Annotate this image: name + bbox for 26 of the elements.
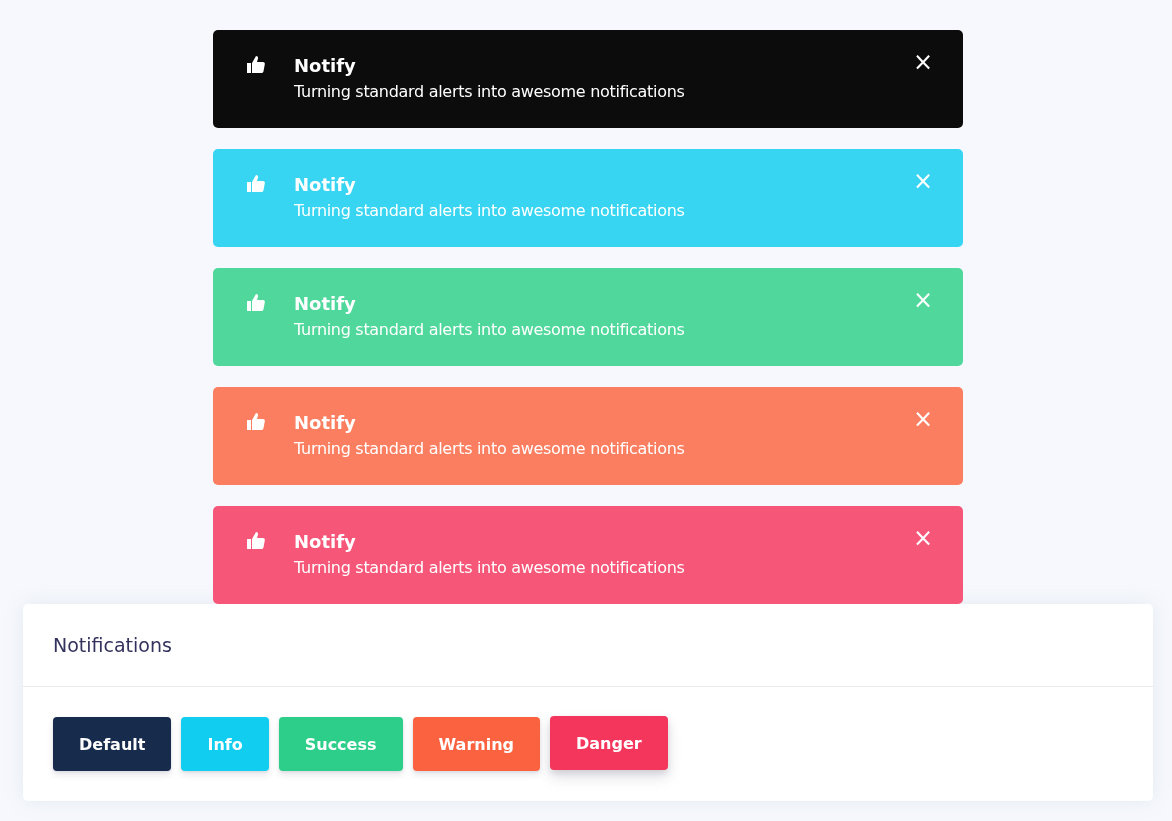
notify-button[interactable]: Default [53,717,172,771]
close-button[interactable]: × [912,171,933,191]
notification-title: Notify [294,54,357,78]
close-button[interactable]: × [912,409,933,429]
thumbs-up-icon [246,530,266,550]
notify-button[interactable]: Warning [412,717,540,771]
notify-button[interactable]: Info [181,717,269,771]
notification-title: Notify [294,530,357,554]
notification-message: Turning standard alerts into awesome notifications [294,319,686,341]
card-title: Notifications [53,634,172,656]
notification-message: Turning standard alerts into awesome notifications [294,200,686,222]
notification-message: Turning standard alerts into awesome notifications [294,438,686,460]
notification-message: Turning standard alerts into awesome notifications [294,81,686,103]
notification-title: Notify [294,411,357,435]
notify-button[interactable]: Danger [550,716,668,770]
thumbs-up-icon [246,292,266,312]
notification-title: Notify [294,173,357,197]
thumbs-up-icon [246,173,266,193]
close-button[interactable]: × [912,290,933,310]
close-button[interactable]: × [912,528,933,548]
notify-button[interactable]: Success [278,717,403,771]
thumbs-up-icon [246,411,266,431]
notification-title: Notify [294,292,357,316]
notification-message: Turning standard alerts into awesome notifications [294,557,686,579]
close-button[interactable]: × [912,52,933,72]
thumbs-up-icon [246,54,266,74]
